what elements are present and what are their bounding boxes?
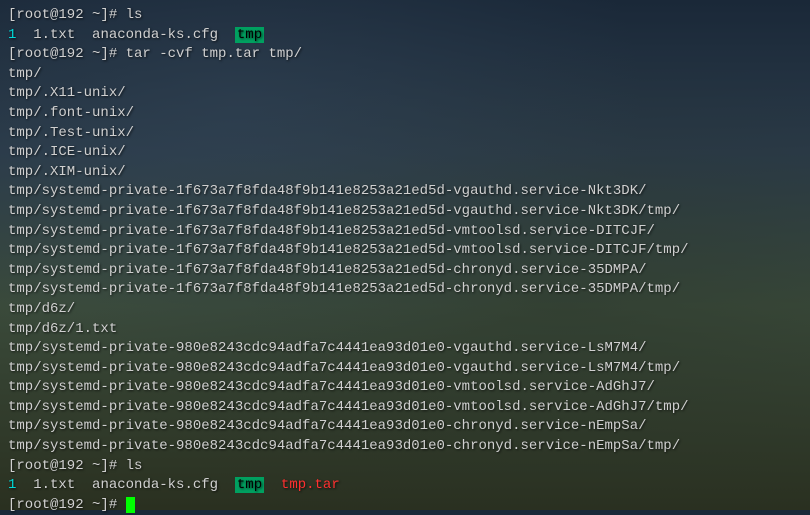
tar-output-line: tmp/systemd-private-980e8243cdc94adfa7c4…: [8, 437, 802, 457]
tar-output-line: tmp/systemd-private-1f673a7f8fda48f9b141…: [8, 241, 802, 261]
tar-output-line: tmp/d6z/: [8, 300, 802, 320]
tar-output-line: tmp/.font-unix/: [8, 104, 802, 124]
terminal-output[interactable]: [root@192 ~]# ls 1 1.txt anaconda-ks.cfg…: [8, 6, 802, 515]
prompt: [root@192 ~]#: [8, 458, 126, 474]
tar-output-line: tmp/systemd-private-1f673a7f8fda48f9b141…: [8, 280, 802, 300]
command-text: tar -cvf tmp.tar tmp/: [126, 46, 302, 62]
command-text: ls: [126, 458, 143, 474]
tar-output-line: tmp/: [8, 65, 802, 85]
cursor: [126, 497, 135, 513]
command-line-1: [root@192 ~]# ls: [8, 6, 802, 26]
tar-output-line: tmp/.Test-unix/: [8, 124, 802, 144]
tar-output-line: tmp/systemd-private-980e8243cdc94adfa7c4…: [8, 398, 802, 418]
ls-item-archive: tmp.tar: [281, 477, 340, 493]
tar-output-line: tmp/.XIM-unix/: [8, 163, 802, 183]
prompt: [root@192 ~]#: [8, 7, 126, 23]
ls-item: 1: [8, 27, 16, 43]
command-line-3: [root@192 ~]# ls: [8, 457, 802, 477]
tar-output: tmp/tmp/.X11-unix/tmp/.font-unix/tmp/.Te…: [8, 65, 802, 457]
ls-item: 1.txt: [33, 477, 75, 493]
tar-output-line: tmp/systemd-private-1f673a7f8fda48f9b141…: [8, 261, 802, 281]
ls-output-2: 1 1.txt anaconda-ks.cfg tmp tmp.tar: [8, 476, 802, 496]
tar-output-line: tmp/systemd-private-980e8243cdc94adfa7c4…: [8, 378, 802, 398]
prompt: [root@192 ~]#: [8, 497, 126, 513]
ls-item-dir: tmp: [235, 27, 264, 43]
ls-output-1: 1 1.txt anaconda-ks.cfg tmp: [8, 26, 802, 46]
command-text: ls: [126, 7, 143, 23]
prompt: [root@192 ~]#: [8, 46, 126, 62]
tar-output-line: tmp/systemd-private-1f673a7f8fda48f9b141…: [8, 202, 802, 222]
ls-item: 1: [8, 477, 16, 493]
ls-item: 1.txt: [33, 27, 75, 43]
tar-output-line: tmp/systemd-private-980e8243cdc94adfa7c4…: [8, 417, 802, 437]
tar-output-line: tmp/.X11-unix/: [8, 84, 802, 104]
tar-output-line: tmp/systemd-private-980e8243cdc94adfa7c4…: [8, 359, 802, 379]
tar-output-line: tmp/d6z/1.txt: [8, 320, 802, 340]
tar-output-line: tmp/systemd-private-980e8243cdc94adfa7c4…: [8, 339, 802, 359]
command-line-2: [root@192 ~]# tar -cvf tmp.tar tmp/: [8, 45, 802, 65]
ls-item: anaconda-ks.cfg: [92, 477, 218, 493]
tar-output-line: tmp/.ICE-unix/: [8, 143, 802, 163]
tar-output-line: tmp/systemd-private-1f673a7f8fda48f9b141…: [8, 182, 802, 202]
command-line-4: [root@192 ~]#: [8, 496, 802, 515]
tar-output-line: tmp/systemd-private-1f673a7f8fda48f9b141…: [8, 222, 802, 242]
ls-item-dir: tmp: [235, 477, 264, 493]
ls-item: anaconda-ks.cfg: [92, 27, 218, 43]
